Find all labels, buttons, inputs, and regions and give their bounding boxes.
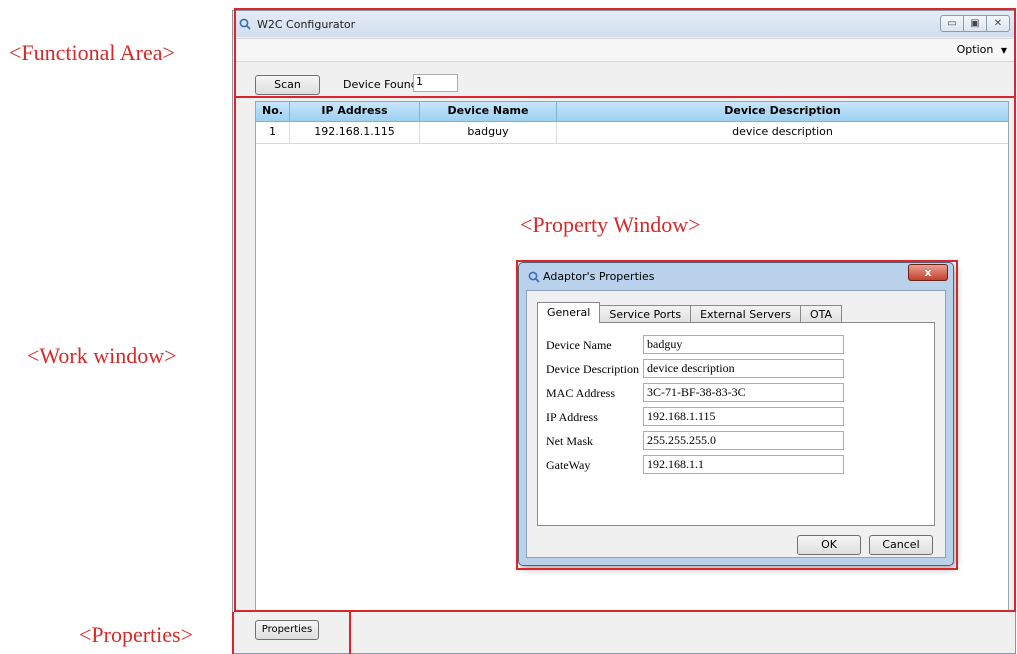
gateway-field[interactable]: 192.168.1.1 (643, 455, 844, 474)
device-description-label: Device Description (546, 362, 639, 376)
column-header-device-description[interactable]: Device Description (557, 102, 1008, 121)
net-mask-label: Net Mask (546, 434, 593, 448)
annotation-work-window: <Work window> (27, 343, 177, 368)
table-row[interactable]: 1 192.168.1.115 badguy device descriptio… (256, 122, 1008, 144)
tab-external-servers[interactable]: External Servers (690, 305, 802, 323)
dialog-icon (528, 271, 540, 283)
app-icon (239, 18, 251, 30)
properties-button[interactable]: Properties (255, 620, 319, 640)
cell-no: 1 (256, 122, 290, 143)
dropdown-arrow-icon: ▼ (1000, 46, 1007, 55)
cell-device-name: badguy (420, 122, 557, 143)
net-mask-field[interactable]: 255.255.255.0 (643, 431, 844, 450)
column-header-ip-address[interactable]: IP Address (290, 102, 420, 121)
column-header-device-name[interactable]: Device Name (420, 102, 557, 121)
title-bar: W2C Configurator ▭ ▣ ✕ (233, 11, 1015, 37)
properties-dialog: Adaptor's Properties x General Service P… (518, 262, 954, 566)
tab-ota[interactable]: OTA (800, 305, 843, 323)
gateway-label: GateWay (546, 458, 591, 472)
mac-address-field[interactable]: 3C-71-BF-38-83-3C (643, 383, 844, 402)
tab-strip: General Service Ports External Servers O… (537, 302, 843, 323)
annotation-property-window: <Property Window> (520, 212, 701, 237)
close-button[interactable]: ✕ (986, 15, 1010, 32)
device-found-label: Device Found (343, 78, 418, 91)
device-name-label: Device Name (546, 338, 612, 352)
dialog-title: Adaptor's Properties (543, 270, 655, 283)
cell-ip-address: 192.168.1.115 (290, 122, 420, 143)
annotation-functional-area: <Functional Area> (9, 40, 175, 65)
annotation-properties: <Properties> (79, 622, 194, 647)
ip-address-field[interactable]: 192.168.1.115 (643, 407, 844, 426)
device-name-field[interactable]: badguy (643, 335, 844, 354)
general-tab-panel: Device Name badguy Device Description de… (537, 322, 935, 526)
minimize-icon: ▭ (947, 18, 957, 29)
cell-device-description: device description (732, 125, 833, 138)
dialog-body: General Service Ports External Servers O… (526, 290, 946, 558)
close-icon: ✕ (993, 18, 1003, 29)
ok-button[interactable]: OK (797, 535, 861, 555)
device-description-field[interactable]: device description (643, 359, 844, 378)
close-icon: x (924, 266, 932, 279)
mac-address-label: MAC Address (546, 386, 616, 400)
minimize-button[interactable]: ▭ (940, 15, 964, 32)
properties-highlight-right (349, 612, 351, 654)
option-menu-label: Option (956, 43, 994, 56)
tab-general[interactable]: General (537, 302, 601, 323)
properties-highlight-left (232, 612, 234, 654)
scan-button[interactable]: Scan (255, 75, 320, 95)
dialog-close-button[interactable]: x (908, 264, 948, 281)
maximize-icon: ▣ (970, 18, 980, 29)
menu-bar: Option ▼ (233, 38, 1015, 62)
maximize-button[interactable]: ▣ (963, 15, 987, 32)
window-title: W2C Configurator (257, 18, 356, 31)
table-header: No. IP Address Device Name Device Descri… (256, 102, 1008, 122)
device-found-count: 1 (413, 74, 458, 92)
ip-address-label: IP Address (546, 410, 598, 424)
column-header-no[interactable]: No. (256, 102, 290, 121)
tab-service-ports[interactable]: Service Ports (599, 305, 692, 323)
cancel-button[interactable]: Cancel (869, 535, 933, 555)
option-menu[interactable]: Option ▼ (957, 43, 1007, 56)
